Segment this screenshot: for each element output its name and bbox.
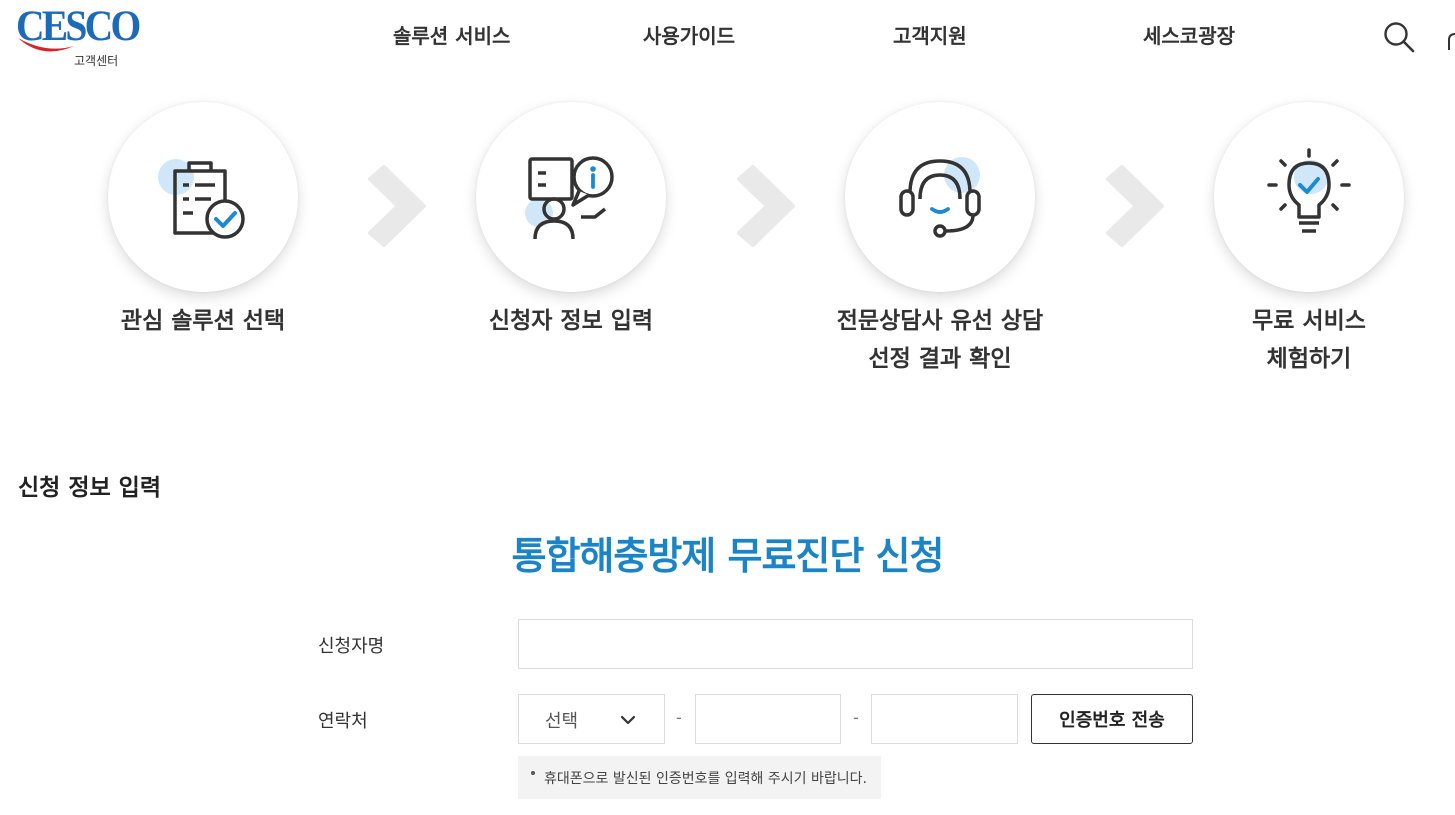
phone-field-label: 연락처 xyxy=(318,711,368,732)
step-1-label-line1: 관심 솔루션 선택 xyxy=(120,308,286,334)
user-icon[interactable] xyxy=(1443,30,1455,52)
step-3-label: 전문상담사 유선 상담 선정 결과 확인 xyxy=(770,302,1110,378)
step-1-circle xyxy=(108,102,298,292)
verification-notice: 휴대폰으로 발신된 인증번호를 입력해 주시기 바랍니다. xyxy=(518,756,881,799)
step-arrow-1 xyxy=(368,165,426,247)
step-3-circle xyxy=(845,102,1035,292)
logo-subtitle: 고객센터 xyxy=(74,54,119,68)
nav-item-cesco-plaza[interactable]: 세스코광장 xyxy=(1143,20,1235,49)
phone-dash-2: - xyxy=(853,708,859,727)
phone-prefix-value: 선택 xyxy=(545,711,579,732)
step-2-label-line1: 신청자 정보 입력 xyxy=(488,308,654,334)
user-info-icon xyxy=(525,156,614,240)
step-4-label-line2: 체험하기 xyxy=(1266,346,1352,372)
phone-dash-1: - xyxy=(676,708,682,727)
nav-item-user-guide[interactable]: 사용가이드 xyxy=(643,20,735,49)
step-4-label: 무료 서비스 체험하기 xyxy=(1139,302,1455,378)
section-title: 신청 정보 입력 xyxy=(18,475,161,501)
clipboard-check-icon xyxy=(158,159,245,239)
notice-bullet xyxy=(531,771,535,775)
step-3-label-line1: 전문상담사 유선 상담 xyxy=(836,308,1044,334)
step-2-label: 신청자 정보 입력 xyxy=(401,302,741,340)
step-3-label-line2: 선정 결과 확인 xyxy=(868,346,1012,372)
step-4-label-line1: 무료 서비스 xyxy=(1252,308,1366,334)
logo-swoosh-icon xyxy=(18,38,74,52)
search-icon[interactable] xyxy=(1382,20,1416,54)
nav-item-customer-support[interactable]: 고객지원 xyxy=(893,20,967,49)
step-4-circle xyxy=(1214,102,1404,292)
headset-icon xyxy=(899,157,981,238)
name-field-label: 신청자명 xyxy=(318,636,385,657)
chevron-down-icon xyxy=(620,715,636,725)
phone-prefix-select[interactable]: 선택 xyxy=(518,694,665,744)
phone-middle-input[interactable] xyxy=(695,694,841,744)
cesco-logo[interactable]: CESCO 고객센터 xyxy=(16,2,141,68)
notice-text: 휴대폰으로 발신된 인증번호를 입력해 주시기 바랍니다. xyxy=(544,771,867,787)
send-verification-button[interactable]: 인증번호 전송 xyxy=(1031,694,1193,744)
lightbulb-check-icon xyxy=(1267,148,1351,233)
step-2-circle xyxy=(476,102,666,292)
step-arrow-3 xyxy=(1106,165,1164,247)
nav-item-solution-service[interactable]: 솔루션 서비스 xyxy=(393,20,510,49)
step-1-label: 관심 솔루션 선택 xyxy=(33,302,373,340)
applicant-name-input[interactable] xyxy=(518,619,1193,669)
form-title: 통합해충방제 무료진단 신청 xyxy=(511,534,945,578)
step-arrow-2 xyxy=(737,165,795,247)
phone-last-input[interactable] xyxy=(871,694,1018,744)
